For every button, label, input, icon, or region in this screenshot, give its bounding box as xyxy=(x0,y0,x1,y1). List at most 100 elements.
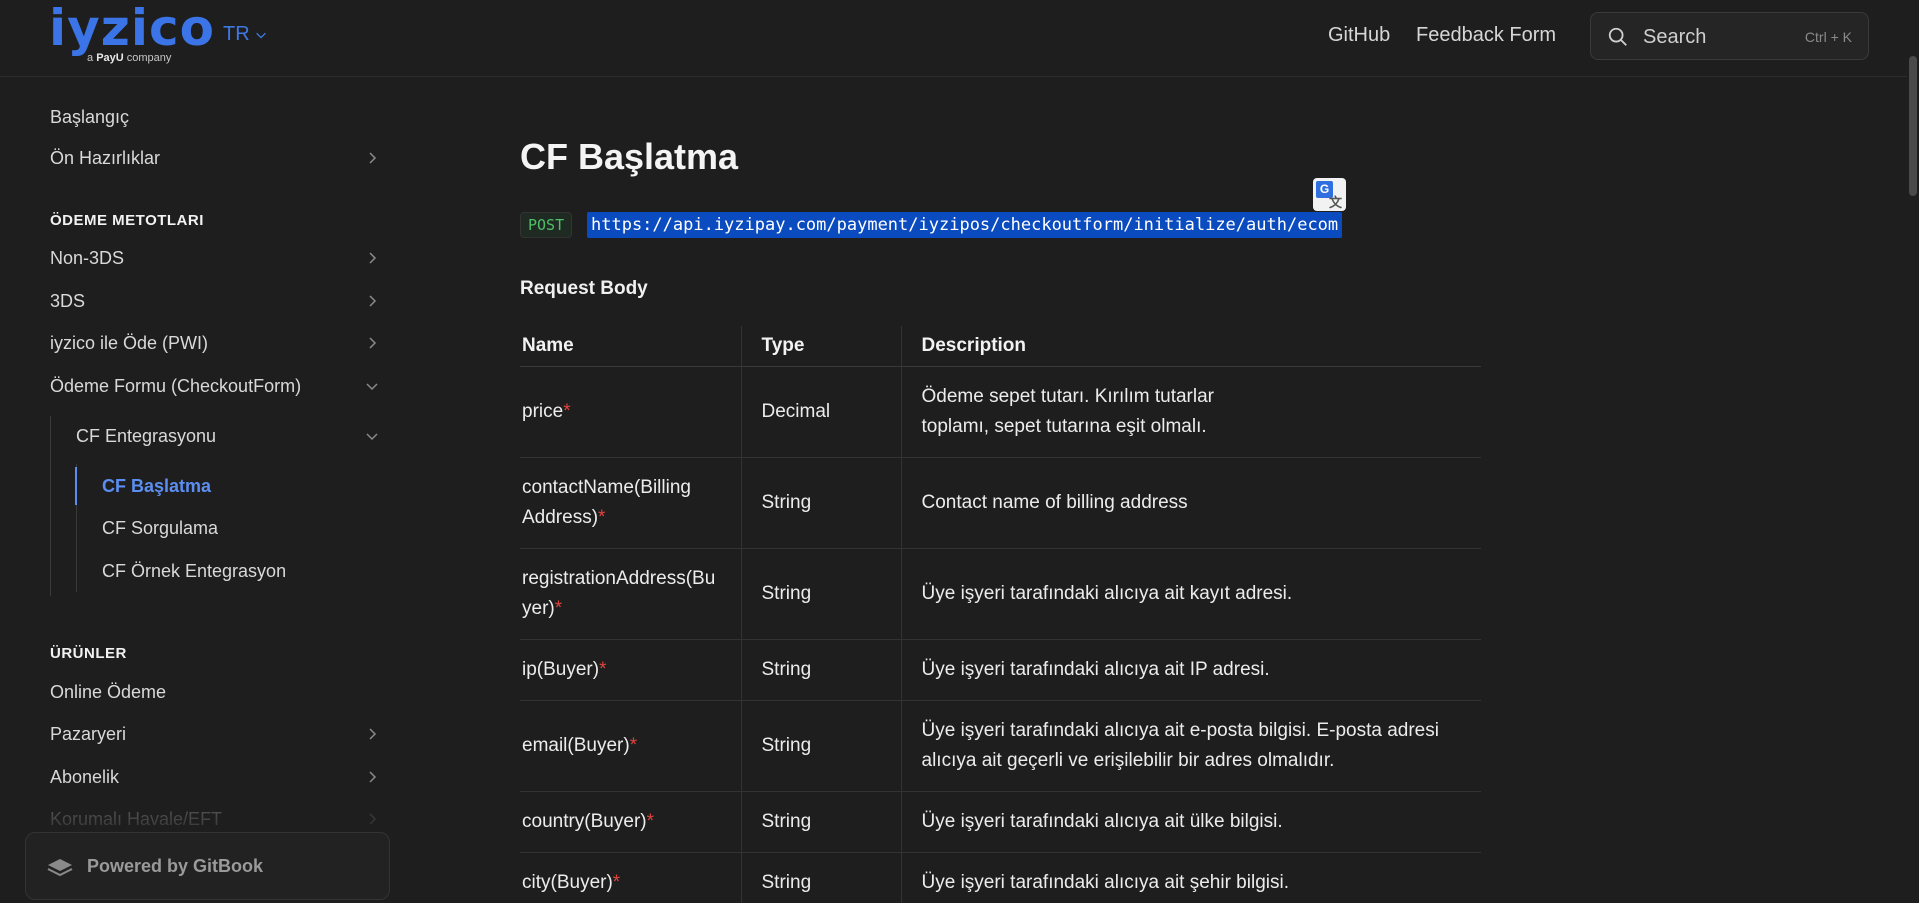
sidebar-item-label: Korumalı Havale/EFT xyxy=(50,808,223,829)
chevron-down-icon xyxy=(366,433,378,441)
required-marker: * xyxy=(598,506,606,528)
sidebar-item-cf-sorgulama[interactable]: CF Sorgulama xyxy=(102,511,380,545)
search-box[interactable]: Search Ctrl + K xyxy=(1590,12,1869,60)
param-name: country(Buyer)* xyxy=(520,791,741,853)
column-header-description: Description xyxy=(900,326,1481,367)
search-placeholder: Search xyxy=(1643,26,1707,48)
sidebar-item-non-3ds[interactable]: Non-3DS xyxy=(50,241,380,275)
required-marker: * xyxy=(563,400,571,422)
nav-tree-line xyxy=(50,416,51,596)
table-row: country(Buyer)* String Üye işyeri tarafı… xyxy=(520,791,1481,853)
scrollbar-thumb[interactable] xyxy=(1909,56,1917,196)
language-label: TR xyxy=(223,23,250,45)
sidebar-item-label: Abonelik xyxy=(50,766,120,787)
column-header-type: Type xyxy=(740,326,901,367)
param-name: city(Buyer)* xyxy=(520,852,741,903)
github-link[interactable]: GitHub xyxy=(1328,24,1390,47)
logo-tagline: a PayU company xyxy=(87,52,172,64)
table-row: price* Decimal Ödeme sepet tutarı. Kırıl… xyxy=(520,366,1481,458)
sidebar-item-online-odeme[interactable]: Online Ödeme xyxy=(50,675,380,709)
param-description: Üye işyeri tarafındaki alıcıya ait kayıt… xyxy=(900,548,1481,640)
table-row: contactName(Billing Address)* String Con… xyxy=(520,457,1481,549)
sidebar-item-on-hazirliklar[interactable]: Ön Hazırlıklar xyxy=(50,141,380,175)
param-name: price* xyxy=(520,366,741,458)
powered-by-label: Powered by GitBook xyxy=(87,856,264,876)
sidebar: Başlangıç Ön Hazırlıklar ÖDEME METOTLARI… xyxy=(0,78,400,903)
table-row: ip(Buyer)* String Üye işyeri tarafındaki… xyxy=(520,639,1481,701)
active-indicator xyxy=(75,467,77,505)
required-marker: * xyxy=(646,810,655,832)
sidebar-item-label: Online Ödeme xyxy=(50,681,167,702)
section-urunler: ÜRÜNLER xyxy=(50,645,127,662)
google-translate-icon[interactable]: G 文 xyxy=(1313,178,1346,211)
feedback-form-link[interactable]: Feedback Form xyxy=(1416,24,1556,47)
param-description: Üye işyeri tarafındaki alıcıya ait e-pos… xyxy=(900,700,1481,792)
chevron-right-icon xyxy=(369,337,377,349)
sidebar-item-label: Ön Hazırlıklar xyxy=(50,147,161,168)
param-description: Ödeme sepet tutarı. Kırılım tutarlar top… xyxy=(900,366,1481,458)
required-marker: * xyxy=(629,734,638,756)
sidebar-item-label: CF Entegrasyonu xyxy=(76,425,217,446)
param-type: String xyxy=(740,700,901,792)
table-row: email(Buyer)* String Üye işyeri tarafınd… xyxy=(520,700,1481,792)
sidebar-item-baslangic[interactable]: Başlangıç xyxy=(50,100,380,134)
chevron-right-icon xyxy=(369,771,377,783)
param-type: String xyxy=(740,791,901,853)
table-row: registrationAddress(Buyer)* String Üye i… xyxy=(520,548,1481,640)
sidebar-item-korumali-havale[interactable]: Korumalı Havale/EFT xyxy=(50,802,380,836)
endpoint-url[interactable]: https://api.iyzipay.com/payment/iyzipos/… xyxy=(587,212,1343,238)
sidebar-item-label: CF Sorgulama xyxy=(102,517,219,538)
param-description: Üye işyeri tarafındaki alıcıya ait şehir… xyxy=(900,852,1481,903)
request-body-heading: Request Body xyxy=(520,278,648,299)
page-scrollbar[interactable] xyxy=(1907,0,1919,903)
powered-by-gitbook[interactable]: Powered by GitBook xyxy=(25,832,390,900)
sidebar-item-label: Ödeme Formu (CheckoutForm) xyxy=(50,375,302,396)
chevron-right-icon xyxy=(369,813,377,825)
param-description: Üye işyeri tarafındaki alıcıya ait IP ad… xyxy=(900,639,1481,701)
param-name: contactName(Billing Address)* xyxy=(520,457,741,549)
param-type: String xyxy=(740,639,901,701)
param-type: String xyxy=(740,548,901,640)
sidebar-item-label: Non-3DS xyxy=(50,247,125,268)
chevron-right-icon xyxy=(369,295,377,307)
param-name: registrationAddress(Buyer)* xyxy=(520,548,741,640)
chevron-down-icon xyxy=(255,32,266,39)
iyzico-logo[interactable]: iyzico a PayU company xyxy=(49,0,214,68)
sidebar-item-cf-ornek-entegrasyon[interactable]: CF Örnek Entegrasyon xyxy=(102,554,380,588)
param-type: String xyxy=(740,457,901,549)
param-name: ip(Buyer)* xyxy=(520,639,741,701)
sidebar-item-pwi[interactable]: iyzico ile Öde (PWI) xyxy=(50,326,380,360)
http-method-badge: POST xyxy=(520,212,573,238)
section-odeme-metotlari: ÖDEME METOTLARI xyxy=(50,212,204,229)
sidebar-item-label: CF Başlatma xyxy=(102,475,212,496)
logo-wordmark: iyzico xyxy=(49,0,215,57)
chevron-right-icon xyxy=(369,728,377,740)
top-header: iyzico a PayU company TR GitHub Feedback… xyxy=(0,0,1919,77)
chevron-right-icon xyxy=(369,152,377,164)
table-row: city(Buyer)* String Üye işyeri tarafında… xyxy=(520,852,1481,903)
param-name: email(Buyer)* xyxy=(520,700,741,792)
param-description: Contact name of billing address xyxy=(900,457,1481,549)
table-header-row: Name Type Description xyxy=(520,326,1481,367)
sidebar-item-label: CF Örnek Entegrasyon xyxy=(102,560,287,581)
request-params-table: Name Type Description price* Decimal Öde… xyxy=(520,326,1481,903)
chevron-right-icon xyxy=(369,252,377,264)
param-description: Üye işyeri tarafındaki alıcıya ait ülke … xyxy=(900,791,1481,853)
column-header-name: Name xyxy=(520,326,741,367)
required-marker: * xyxy=(599,658,607,680)
chevron-down-icon xyxy=(366,383,378,391)
sidebar-item-cf-baslatma[interactable]: CF Başlatma xyxy=(102,469,380,503)
param-type: Decimal xyxy=(740,366,901,458)
sidebar-item-label: Başlangıç xyxy=(50,106,130,127)
sidebar-item-label: Pazaryeri xyxy=(50,723,127,744)
sidebar-item-cf-entegrasyonu[interactable]: CF Entegrasyonu xyxy=(76,419,380,453)
sidebar-item-abonelik[interactable]: Abonelik xyxy=(50,760,380,794)
sidebar-item-3ds[interactable]: 3DS xyxy=(50,284,380,318)
sidebar-item-checkoutform[interactable]: Ödeme Formu (CheckoutForm) xyxy=(50,369,380,403)
required-marker: * xyxy=(612,871,621,893)
sidebar-item-label: iyzico ile Öde (PWI) xyxy=(50,332,209,353)
search-icon xyxy=(1608,27,1627,46)
sidebar-item-pazaryeri[interactable]: Pazaryeri xyxy=(50,717,380,751)
required-marker: * xyxy=(554,597,563,619)
language-selector[interactable]: TR xyxy=(223,23,268,46)
